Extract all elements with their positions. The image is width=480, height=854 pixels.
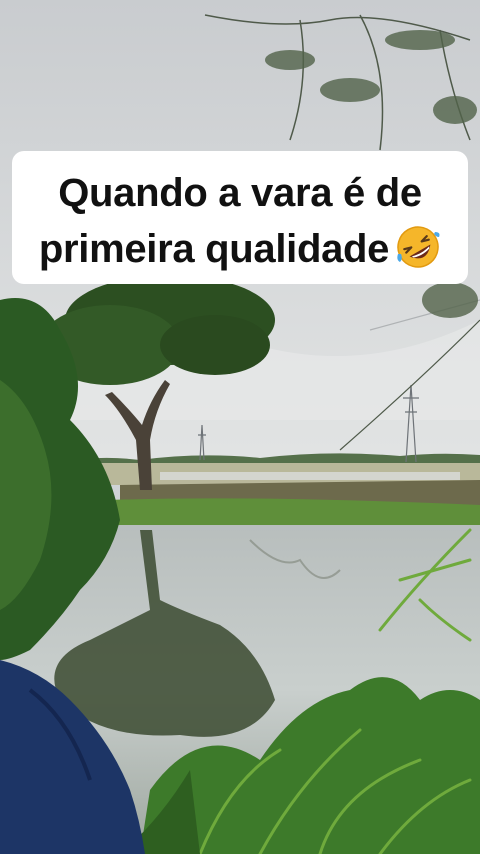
video-frame: Quando a vara é de primeira qualidade — [0, 0, 480, 854]
caption-card: Quando a vara é de primeira qualidade — [12, 151, 468, 284]
caption-line-1: Quando a vara é de — [58, 171, 422, 215]
caption-line-2: primeira qualidade — [22, 221, 458, 277]
lake-scene — [0, 0, 480, 854]
rolling-on-floor-laughing-emoji-icon — [397, 226, 440, 269]
caption-line-2-text: primeira qualidade — [38, 227, 390, 271]
